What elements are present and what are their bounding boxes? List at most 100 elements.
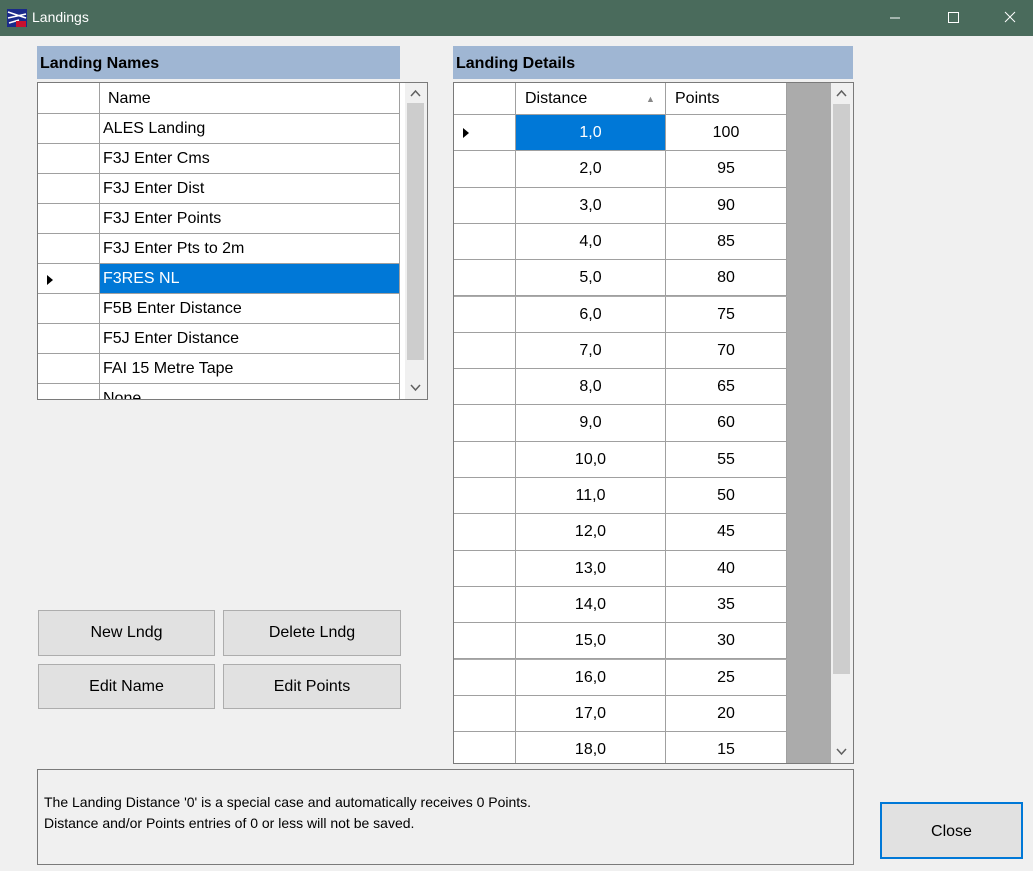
- landing-name-cell[interactable]: F5J Enter Distance: [100, 324, 400, 354]
- minimize-button[interactable]: [872, 0, 918, 36]
- points-cell[interactable]: 30: [666, 623, 787, 660]
- scroll-down-icon[interactable]: [833, 743, 850, 760]
- details-scroll-thumb[interactable]: [833, 104, 850, 674]
- points-cell[interactable]: 65: [666, 369, 787, 406]
- title-bar: Landings: [0, 0, 1033, 36]
- distance-header-label: Distance: [525, 90, 588, 107]
- distance-cell[interactable]: 15,0: [516, 623, 666, 660]
- details-scrollbar[interactable]: [831, 83, 853, 763]
- points-cell[interactable]: 20: [666, 695, 787, 733]
- row-header[interactable]: [454, 623, 516, 660]
- distance-cell[interactable]: 13,0: [516, 550, 666, 587]
- row-header[interactable]: [454, 332, 516, 370]
- info-line-2: Distance and/or Points entries of 0 or l…: [44, 815, 415, 831]
- distance-cell[interactable]: 3,0: [516, 187, 666, 224]
- points-cell[interactable]: 25: [666, 659, 787, 696]
- points-cell[interactable]: 100: [666, 115, 787, 152]
- edit-points-button[interactable]: Edit Points: [223, 664, 401, 709]
- distance-cell[interactable]: 14,0: [516, 586, 666, 624]
- row-header[interactable]: [38, 324, 100, 354]
- distance-cell[interactable]: 7,0: [516, 332, 666, 370]
- points-cell[interactable]: 35: [666, 586, 787, 624]
- row-header[interactable]: [454, 586, 516, 624]
- close-button[interactable]: Close: [880, 802, 1023, 859]
- row-header[interactable]: [454, 478, 516, 515]
- landing-name-cell[interactable]: FAI 15 Metre Tape: [100, 354, 400, 384]
- row-header[interactable]: [38, 294, 100, 324]
- distance-cell[interactable]: 18,0: [516, 732, 666, 763]
- points-cell[interactable]: 50: [666, 478, 787, 515]
- distance-cell[interactable]: 5,0: [516, 260, 666, 297]
- points-cell[interactable]: 45: [666, 514, 787, 551]
- row-header[interactable]: [454, 732, 516, 763]
- row-header[interactable]: [454, 659, 516, 696]
- row-header[interactable]: [454, 550, 516, 587]
- points-cell[interactable]: 95: [666, 151, 787, 188]
- landing-name-cell[interactable]: F3J Enter Cms: [100, 144, 400, 174]
- landing-name-cell[interactable]: F3J Enter Dist: [100, 174, 400, 204]
- current-row-icon: [463, 128, 469, 138]
- delete-landing-button[interactable]: Delete Lndg: [223, 610, 401, 656]
- row-header[interactable]: [38, 174, 100, 204]
- close-icon: [1004, 11, 1016, 23]
- row-header[interactable]: [454, 441, 516, 478]
- row-header[interactable]: [38, 114, 100, 144]
- row-header[interactable]: [454, 260, 516, 297]
- landing-name-cell[interactable]: F3RES NL: [100, 264, 400, 294]
- landing-name-cell[interactable]: ALES Landing: [100, 114, 400, 144]
- edit-name-button[interactable]: Edit Name: [38, 664, 215, 709]
- landing-names-grid[interactable]: Name ALES Landing F3J Enter Cms F3J Enter …: [37, 82, 428, 400]
- landing-details-grid[interactable]: Distance ▲ Points 1,0 100 2,0 95 3,0 90 4,0 85 5…: [453, 82, 854, 764]
- row-header[interactable]: [38, 234, 100, 264]
- name-column-header[interactable]: Name: [100, 83, 400, 114]
- scroll-down-icon[interactable]: [407, 379, 424, 396]
- row-header[interactable]: [454, 296, 516, 333]
- distance-cell[interactable]: 1,0: [516, 115, 666, 152]
- row-header[interactable]: [454, 223, 516, 261]
- points-cell[interactable]: 55: [666, 441, 787, 478]
- row-header[interactable]: [454, 151, 516, 188]
- scroll-up-icon[interactable]: [833, 85, 850, 102]
- points-cell[interactable]: 75: [666, 296, 787, 333]
- distance-cell[interactable]: 2,0: [516, 151, 666, 188]
- landing-name-cell[interactable]: F3J Enter Points: [100, 204, 400, 234]
- points-cell[interactable]: 70: [666, 332, 787, 370]
- row-header[interactable]: [38, 384, 100, 399]
- points-cell[interactable]: 40: [666, 550, 787, 587]
- row-header[interactable]: [38, 144, 100, 174]
- points-cell[interactable]: 90: [666, 187, 787, 224]
- landing-name-cell[interactable]: None: [100, 384, 400, 399]
- scroll-up-icon[interactable]: [407, 85, 424, 102]
- distance-cell[interactable]: 11,0: [516, 478, 666, 515]
- distance-cell[interactable]: 4,0: [516, 223, 666, 261]
- distance-cell[interactable]: 8,0: [516, 369, 666, 406]
- row-header[interactable]: [454, 514, 516, 551]
- landing-name-cell[interactable]: F3J Enter Pts to 2m: [100, 234, 400, 264]
- points-cell[interactable]: 60: [666, 405, 787, 442]
- new-landing-button[interactable]: New Lndg: [38, 610, 215, 656]
- row-header[interactable]: [454, 187, 516, 224]
- distance-cell[interactable]: 17,0: [516, 695, 666, 733]
- landing-name-cell[interactable]: F5B Enter Distance: [100, 294, 400, 324]
- row-header[interactable]: [454, 695, 516, 733]
- distance-column-header[interactable]: Distance ▲: [516, 83, 666, 115]
- points-cell[interactable]: 80: [666, 260, 787, 297]
- close-window-button[interactable]: [987, 0, 1033, 36]
- row-header[interactable]: [38, 354, 100, 384]
- points-cell[interactable]: 15: [666, 732, 787, 763]
- distance-cell[interactable]: 16,0: [516, 659, 666, 696]
- distance-cell[interactable]: 12,0: [516, 514, 666, 551]
- names-scrollbar[interactable]: [405, 83, 427, 399]
- row-header[interactable]: [38, 264, 100, 294]
- distance-cell[interactable]: 6,0: [516, 296, 666, 333]
- distance-cell[interactable]: 10,0: [516, 441, 666, 478]
- points-column-header[interactable]: Points: [666, 83, 787, 115]
- points-cell[interactable]: 85: [666, 223, 787, 261]
- row-header[interactable]: [454, 115, 516, 152]
- row-header[interactable]: [454, 369, 516, 406]
- distance-cell[interactable]: 9,0: [516, 405, 666, 442]
- names-scroll-thumb[interactable]: [407, 103, 424, 360]
- row-header[interactable]: [38, 204, 100, 234]
- row-header[interactable]: [454, 405, 516, 442]
- maximize-button[interactable]: [930, 0, 976, 36]
